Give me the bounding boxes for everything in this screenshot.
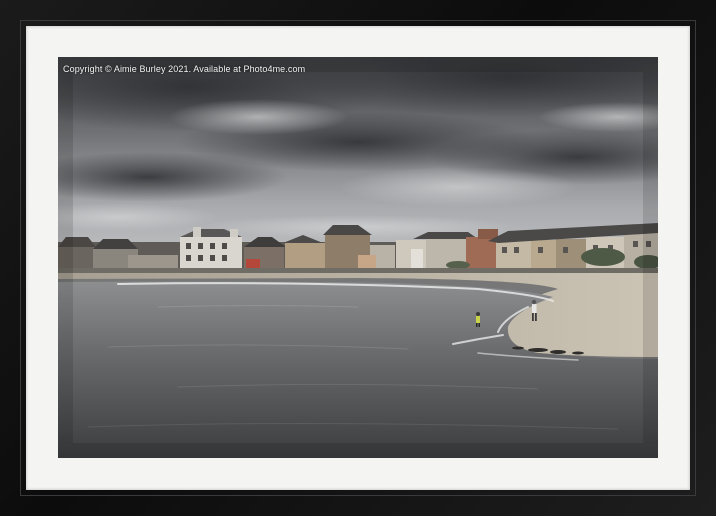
picture-frame: Copyright © Aimie Burley 2021. Available… bbox=[0, 0, 716, 516]
copyright-watermark: Copyright © Aimie Burley 2021. Available… bbox=[63, 64, 306, 74]
promenade-wall bbox=[58, 268, 658, 273]
photograph: Copyright © Aimie Burley 2021. Available… bbox=[58, 57, 658, 458]
beach-scene bbox=[58, 57, 658, 458]
